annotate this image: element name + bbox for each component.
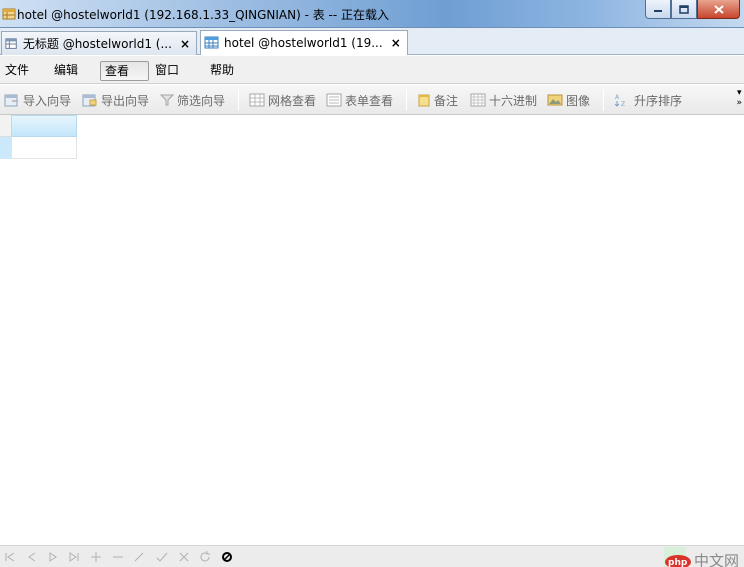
svg-text:Z: Z xyxy=(621,101,625,107)
data-grid[interactable] xyxy=(0,115,744,545)
sort-ascending-label: 升序排序 xyxy=(634,93,683,108)
tab-untitled-query[interactable]: 无标题 @hostelworld1 (... × xyxy=(1,31,197,55)
menu-file[interactable]: 文件 xyxy=(1,61,33,81)
close-window-button[interactable] xyxy=(697,0,740,19)
next-record-icon[interactable] xyxy=(46,550,60,564)
toolbar: 导入向导 导出向导 筛选向导 网格查看 表单查看 备注 十六进制 图像 A Z … xyxy=(0,85,744,115)
import-wizard-button[interactable]: 导入向导 xyxy=(4,91,71,109)
toolbar-separator xyxy=(406,89,407,111)
title-bar: hotel @hostelworld1 (192.168.1.33_QINGNI… xyxy=(0,0,744,28)
sort-ascending-icon: A Z xyxy=(614,94,625,107)
image-button[interactable]: 图像 xyxy=(547,91,590,109)
filter-wizard-label: 筛选向导 xyxy=(177,93,226,108)
tab-hotel-table[interactable]: hotel @hostelworld1 (19... × xyxy=(200,30,408,55)
chevron-double-right-icon: » xyxy=(736,98,742,108)
grid-cell[interactable] xyxy=(11,137,77,159)
menu-edit[interactable]: 编辑 xyxy=(50,61,82,81)
sort-ascending-button[interactable]: A Z 升序排序 xyxy=(614,91,682,109)
import-icon xyxy=(4,94,18,107)
tab-label: 无标题 @hostelworld1 (... xyxy=(22,37,172,51)
refresh-icon[interactable] xyxy=(198,550,212,564)
row-header-corner xyxy=(0,115,11,137)
form-view-button[interactable]: 表单查看 xyxy=(326,91,393,109)
toolbar-separator xyxy=(238,89,239,111)
menu-window[interactable]: 窗口 xyxy=(151,61,183,81)
php-cn-watermark-logo: php 中文网 xyxy=(664,547,739,567)
tab-bar: 无标题 @hostelworld1 (... × hotel @hostelwo… xyxy=(0,28,744,55)
chevron-down-icon: ▾ xyxy=(736,88,742,98)
edit-record-icon[interactable] xyxy=(132,550,146,564)
grid-icon xyxy=(249,93,265,107)
filter-wizard-button[interactable]: 筛选向导 xyxy=(160,91,225,109)
close-icon xyxy=(713,4,724,14)
last-record-icon[interactable] xyxy=(67,550,81,564)
toolbar-separator xyxy=(603,89,604,111)
stop-icon[interactable] xyxy=(220,550,234,564)
svg-text:中文网: 中文网 xyxy=(694,552,739,567)
tab-close-button[interactable]: × xyxy=(391,36,401,50)
menu-help[interactable]: 帮助 xyxy=(206,61,238,81)
svg-text:A: A xyxy=(615,94,620,101)
query-icon xyxy=(5,37,17,49)
export-wizard-label: 导出向导 xyxy=(101,93,150,108)
hex-label: 十六进制 xyxy=(489,93,538,108)
image-label: 图像 xyxy=(566,93,591,108)
form-icon xyxy=(326,93,342,107)
form-view-label: 表单查看 xyxy=(345,93,394,108)
add-record-icon[interactable] xyxy=(89,550,103,564)
window-title: hotel @hostelworld1 (192.168.1.33_QINGNI… xyxy=(17,8,390,22)
tab-close-button[interactable]: × xyxy=(180,37,190,51)
image-icon xyxy=(547,94,563,106)
export-wizard-button[interactable]: 导出向导 xyxy=(82,91,149,109)
menu-view[interactable]: 查看 xyxy=(100,61,149,81)
menu-bar: 文件 编辑 查看 窗口 帮助 xyxy=(0,56,744,84)
previous-record-icon[interactable] xyxy=(25,550,39,564)
window-controls xyxy=(645,0,740,19)
grid-view-button[interactable]: 网格查看 xyxy=(249,91,316,109)
maximize-icon xyxy=(679,4,689,14)
row-header-column xyxy=(0,115,11,159)
hex-button[interactable]: 十六进制 xyxy=(470,91,537,109)
minimize-icon xyxy=(654,10,662,12)
svg-text:php: php xyxy=(668,558,688,567)
row-header-selected[interactable] xyxy=(0,137,11,159)
table-app-icon xyxy=(2,8,16,20)
grid-view-label: 网格查看 xyxy=(268,93,317,108)
import-wizard-label: 导入向导 xyxy=(23,93,72,108)
apply-changes-icon[interactable] xyxy=(155,550,169,564)
discard-changes-icon[interactable] xyxy=(177,550,191,564)
delete-record-icon[interactable] xyxy=(111,550,125,564)
memo-button[interactable]: 备注 xyxy=(417,91,458,109)
table-icon xyxy=(204,36,219,49)
memo-label: 备注 xyxy=(434,93,459,108)
toolbar-overflow-chevron[interactable]: ▾ » xyxy=(736,88,742,108)
tab-label: hotel @hostelworld1 (19... xyxy=(224,36,383,50)
maximize-button[interactable] xyxy=(671,0,697,19)
export-icon xyxy=(82,94,97,107)
filter-icon xyxy=(160,94,174,106)
record-navigation-bar: 1 php 中文网 xyxy=(0,545,744,567)
minimize-button[interactable] xyxy=(645,0,671,19)
first-record-icon[interactable] xyxy=(3,550,17,564)
memo-icon xyxy=(418,94,430,107)
column-header[interactable] xyxy=(11,115,77,137)
hex-icon xyxy=(470,93,486,107)
